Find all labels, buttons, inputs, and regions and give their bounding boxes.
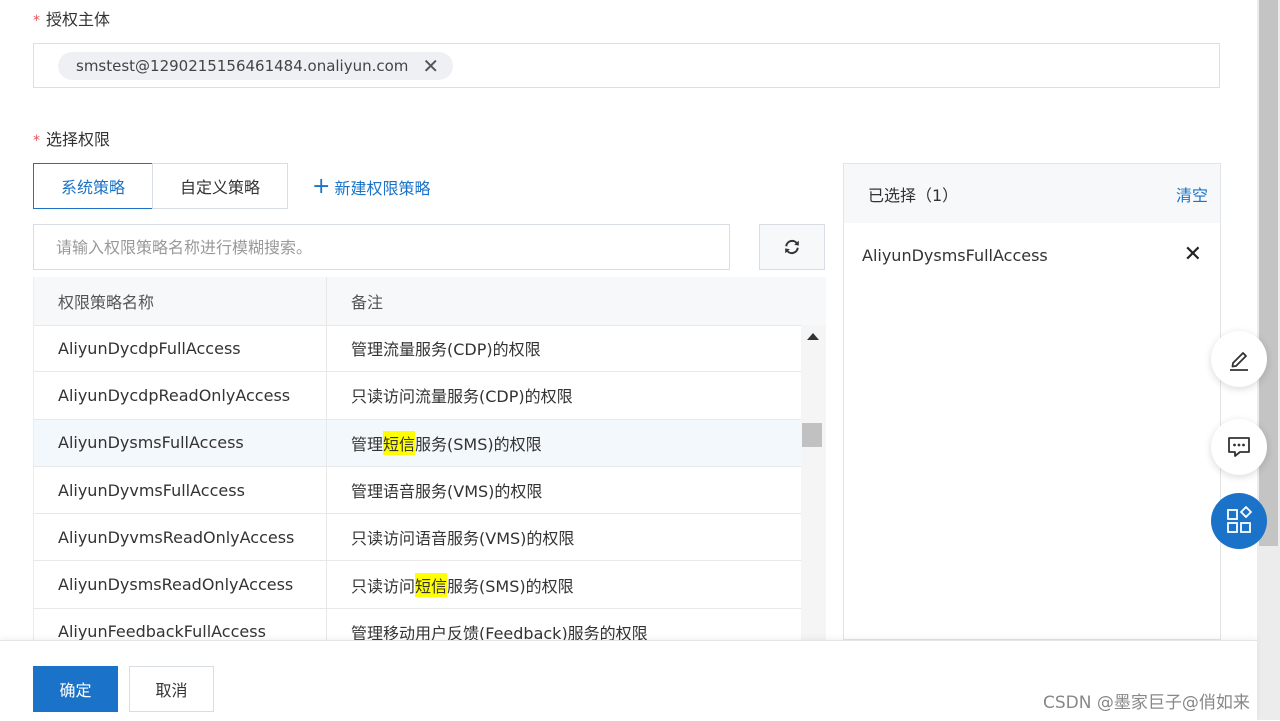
row-note: 只读访问 短信 服务(SMS)的权限 (327, 561, 801, 607)
scroll-thumb[interactable] (802, 423, 822, 447)
row-policy-name: AliyunDysmsReadOnlyAccess (34, 561, 327, 608)
watermark: CSDN @墨家巨子@俏如来 (1043, 693, 1250, 713)
table-row[interactable]: AliyunDyvmsReadOnlyAccess 只读访问语音服务(VMS)的… (34, 514, 801, 562)
selected-panel-header: 已选择（1） 清空 (844, 164, 1220, 223)
chat-float-button[interactable] (1211, 419, 1267, 475)
apps-float-button[interactable] (1211, 493, 1267, 549)
row-policy-name: AliyunDyvmsReadOnlyAccess (34, 514, 327, 561)
principal-field[interactable]: smstest@1290215156461484.onaliyun.com ✕ (33, 43, 1220, 88)
row-note: 只读访问流量服务(CDP)的权限 (351, 387, 573, 407)
edit-float-button[interactable] (1211, 331, 1267, 387)
row-policy-name: AliyunDycdpFullAccess (34, 325, 327, 372)
principal-tag-text: smstest@1290215156461484.onaliyun.com (76, 57, 409, 75)
row-note: 管理 短信 服务(SMS)的权限 (327, 420, 801, 466)
selected-item-name: AliyunDysmsFullAccess (862, 245, 1048, 265)
permission-label: * 选择权限 (33, 130, 111, 149)
header-note: 备注 (351, 293, 384, 312)
row-note: 只读访问语音服务(VMS)的权限 (351, 529, 575, 549)
refresh-button[interactable] (759, 224, 825, 270)
row-policy-name: AliyunDycdpReadOnlyAccess (34, 372, 327, 419)
new-policy-link[interactable]: + 新建权限策略 (312, 175, 430, 199)
close-icon[interactable]: ✕ (1184, 244, 1202, 266)
header-policy-name: 权限策略名称 (34, 277, 327, 325)
confirm-button[interactable]: 确定 (33, 666, 118, 712)
selected-panel: 已选择（1） 清空 AliyunDysmsFullAccess ✕ (843, 163, 1221, 640)
plus-icon: + (312, 174, 331, 199)
policy-table: 权限策略名称 备注 AliyunDycdpFullAccess 管理流量服务(C… (33, 277, 826, 640)
table-scrollbar[interactable] (801, 325, 826, 640)
cancel-button[interactable]: 取消 (129, 666, 214, 712)
table-row[interactable]: AliyunDyvmsFullAccess 管理语音服务(VMS)的权限 (34, 466, 801, 515)
principal-tag: smstest@1290215156461484.onaliyun.com ✕ (58, 52, 454, 80)
table-row[interactable]: AliyunDysmsReadOnlyAccess 只读访问 短信 服务(SMS)的… (34, 561, 801, 609)
row-note: 管理语音服务(VMS)的权限 (351, 482, 543, 502)
page-scroll-thumb[interactable] (1259, 0, 1278, 546)
principal-label: * 授权主体 (33, 10, 111, 29)
close-icon[interactable]: ✕ (422, 56, 439, 76)
policy-search-input[interactable] (33, 224, 730, 270)
scroll-up-arrow-icon[interactable] (807, 333, 819, 340)
table-row[interactable]: AliyunDycdpReadOnlyAccess 只读访问流量服务(CDP)的… (34, 372, 801, 420)
table-row-selected[interactable]: AliyunDysmsFullAccess 管理 短信 服务(SMS)的权限 (34, 419, 801, 467)
clear-link[interactable]: 清空 (1176, 182, 1208, 206)
pencil-icon (1230, 352, 1248, 371)
selected-title: 已选择（1） (868, 185, 959, 205)
chat-icon (1228, 437, 1250, 457)
row-policy-name: AliyunDysmsFullAccess (34, 419, 327, 466)
apps-icon (1227, 506, 1253, 533)
row-note: 管理移动用户反馈(Feedback)服务的权限 (351, 623, 648, 640)
refresh-icon (785, 239, 799, 255)
tab-custom-policy[interactable]: 自定义策略 (152, 163, 288, 209)
tab-system-policy[interactable]: 系统策略 (33, 163, 153, 209)
row-policy-name: AliyunDyvmsFullAccess (34, 466, 327, 514)
table-row[interactable]: AliyunFeedbackFullAccess 管理移动用户反馈(Feedba… (34, 608, 801, 640)
selected-item: AliyunDysmsFullAccess ✕ (862, 244, 1202, 266)
row-policy-name: AliyunFeedbackFullAccess (34, 608, 327, 640)
table-row[interactable]: AliyunDycdpFullAccess 管理流量服务(CDP)的权限 (34, 325, 801, 373)
row-note: 管理流量服务(CDP)的权限 (351, 340, 541, 360)
table-body: AliyunDycdpFullAccess 管理流量服务(CDP)的权限 Ali… (34, 325, 801, 640)
table-header: 权限策略名称 备注 (34, 277, 826, 326)
